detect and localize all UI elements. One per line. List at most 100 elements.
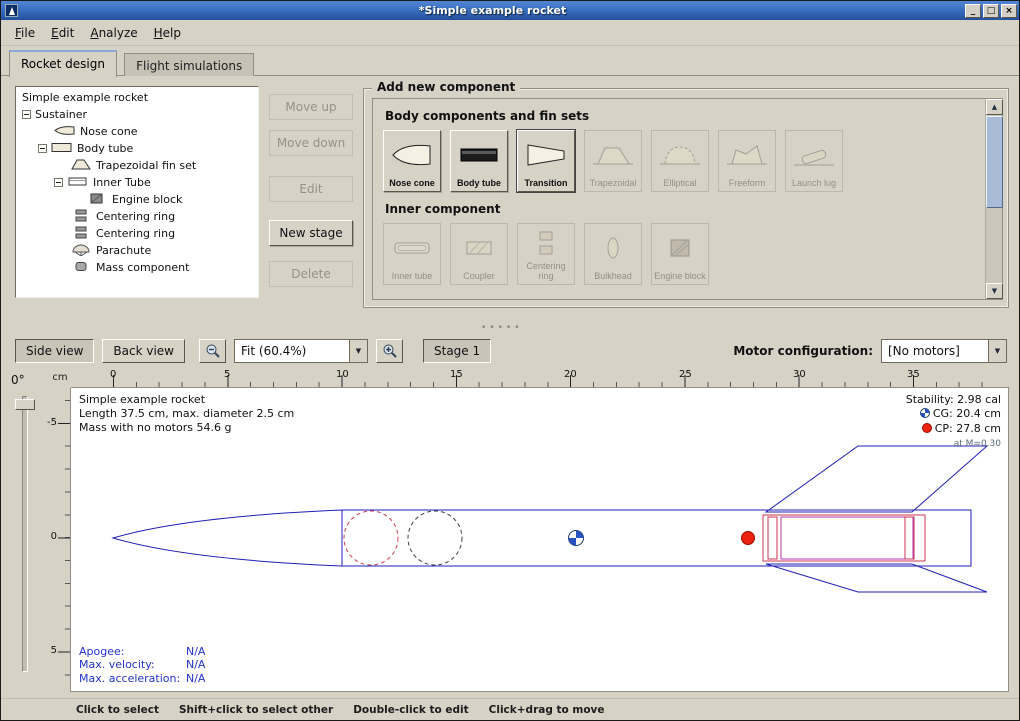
button-label: Engine block xyxy=(654,271,706,281)
add-component-group: Add new component Body components and fi… xyxy=(363,88,1009,308)
motor-configuration-select[interactable]: [No motors] ▼ xyxy=(881,339,1007,363)
body-tube-outline xyxy=(342,510,971,566)
horizontal-ruler: 0 5 10 15 20 25 30 35 xyxy=(71,368,1009,388)
collapse-icon[interactable] xyxy=(22,110,31,119)
ruler-tick-label: 10 xyxy=(336,369,349,380)
status-bar: Click to select Shift+click to select ot… xyxy=(1,698,1019,721)
chevron-down-icon[interactable]: ▼ xyxy=(988,340,1006,362)
apogee-label: Apogee: xyxy=(79,645,186,659)
ruler-tick-label: -5 xyxy=(47,417,57,428)
add-elliptical-fin-button[interactable]: Elliptical xyxy=(651,130,709,192)
tree-item-mass-component[interactable]: Mass component xyxy=(16,259,258,276)
move-up-button[interactable]: Move up xyxy=(269,94,353,120)
add-launch-lug-button[interactable]: Launch lug xyxy=(785,130,843,192)
component-scrollbar[interactable]: ▲ ▼ xyxy=(985,99,1002,299)
fin-set-icon xyxy=(70,158,92,174)
rotation-slider-thumb[interactable] xyxy=(15,399,35,410)
zoom-value: Fit (60.4%) xyxy=(235,340,349,362)
menu-file[interactable]: File xyxy=(7,22,43,44)
rocket-canvas[interactable]: Simple example rocket Length 37.5 cm, ma… xyxy=(71,388,1009,692)
ruler-tick-label: 5 xyxy=(224,369,230,380)
button-label: Bulkhead xyxy=(594,271,632,281)
new-stage-button[interactable]: New stage xyxy=(269,220,353,246)
tree-item-nose-cone[interactable]: Nose cone xyxy=(16,123,258,140)
stability-value: Stability: 2.98 cal xyxy=(906,393,1001,407)
menu-help[interactable]: Help xyxy=(146,22,189,44)
tree-item-parachute[interactable]: Parachute xyxy=(16,242,258,259)
rotation-slider[interactable] xyxy=(22,396,28,672)
edit-button[interactable]: Edit xyxy=(269,176,353,202)
add-freeform-fin-button[interactable]: Freeform xyxy=(718,130,776,192)
tree-item-body-tube[interactable]: Body tube xyxy=(16,140,258,157)
body-components-row: Nose cone Body tube Transition Trap xyxy=(383,130,985,192)
tree-label: Sustainer xyxy=(35,108,87,121)
button-label: Coupler xyxy=(463,271,495,281)
cg-value: CG: 20.4 cm xyxy=(933,407,1001,420)
tree-item-centering-ring-2[interactable]: Centering ring xyxy=(16,225,258,242)
cp-marker xyxy=(742,532,755,545)
tree-item-fin-set[interactable]: Trapezoidal fin set xyxy=(16,157,258,174)
add-body-tube-button[interactable]: Body tube xyxy=(450,130,508,192)
delete-button[interactable]: Delete xyxy=(269,261,353,287)
add-transition-button[interactable]: Transition xyxy=(517,130,575,192)
centering-ring-icon xyxy=(70,226,92,242)
coupler-icon xyxy=(451,224,507,271)
tree-item-sustainer[interactable]: Sustainer xyxy=(16,106,258,123)
move-down-button[interactable]: Move down xyxy=(269,130,353,156)
button-label: Nose cone xyxy=(389,178,435,188)
scroll-up-icon[interactable]: ▲ xyxy=(986,99,1003,115)
ruler-tick-label: 0 xyxy=(110,369,116,380)
splitter-handle-icon[interactable]: ••••• xyxy=(481,323,523,333)
minimize-button[interactable]: _ xyxy=(965,4,981,18)
panel-splitter[interactable]: ••••• xyxy=(1,320,1019,334)
app-icon[interactable] xyxy=(5,4,18,17)
tab-flight-simulations[interactable]: Flight simulations xyxy=(124,53,254,76)
zoom-out-button[interactable] xyxy=(199,339,226,363)
ruler-tick-label: 35 xyxy=(907,369,920,380)
rocket-length: Length 37.5 cm, max. diameter 2.5 cm xyxy=(79,407,294,421)
menu-edit[interactable]: Edit xyxy=(43,22,82,44)
side-view-button[interactable]: Side view xyxy=(15,339,94,363)
menu-analyze[interactable]: Analyze xyxy=(82,22,145,44)
button-label: Trapezoidal xyxy=(590,178,637,188)
zoom-in-icon xyxy=(382,343,398,359)
elliptical-fin-icon xyxy=(652,131,708,178)
tree-label: Trapezoidal fin set xyxy=(96,159,196,172)
stage-1-toggle[interactable]: Stage 1 xyxy=(423,339,491,363)
add-bulkhead-button[interactable]: Bulkhead xyxy=(584,223,642,285)
tree-item-engine-block[interactable]: Engine block xyxy=(16,191,258,208)
fin-top-outline xyxy=(766,446,987,512)
hint-shift-click: Shift+click to select other xyxy=(179,704,333,716)
tree-item-centering-ring-1[interactable]: Centering ring xyxy=(16,208,258,225)
collapse-icon[interactable] xyxy=(38,144,47,153)
back-view-button[interactable]: Back view xyxy=(102,339,185,363)
add-trapezoidal-fin-button[interactable]: Trapezoidal xyxy=(584,130,642,192)
tree-label: Simple example rocket xyxy=(22,91,148,104)
title-bar[interactable]: *Simple example rocket _ □ × xyxy=(1,1,1019,20)
scrollbar-thumb[interactable] xyxy=(986,116,1003,208)
hint-click-select: Click to select xyxy=(76,704,159,716)
maximize-button[interactable]: □ xyxy=(983,4,999,18)
scroll-down-icon[interactable]: ▼ xyxy=(986,283,1003,299)
component-tree[interactable]: Simple example rocket Sustainer Nose con… xyxy=(15,86,259,298)
tab-rocket-design[interactable]: Rocket design xyxy=(9,50,117,77)
collapse-icon[interactable] xyxy=(54,178,63,187)
add-coupler-button[interactable]: Coupler xyxy=(450,223,508,285)
add-engine-block-button[interactable]: Engine block xyxy=(651,223,709,285)
motor-configuration-value: [No motors] xyxy=(882,340,988,362)
add-inner-tube-button[interactable]: Inner tube xyxy=(383,223,441,285)
add-nose-cone-button[interactable]: Nose cone xyxy=(383,130,441,192)
chevron-down-icon[interactable]: ▼ xyxy=(349,340,367,362)
freeform-fin-icon xyxy=(719,131,775,178)
add-centering-ring-button[interactable]: Centering ring xyxy=(517,223,575,285)
tree-item-inner-tube[interactable]: Inner Tube xyxy=(16,174,258,191)
button-label: Freeform xyxy=(729,178,766,188)
zoom-in-button[interactable] xyxy=(376,339,403,363)
hint-double-click: Double-click to edit xyxy=(353,704,468,716)
parachute-icon xyxy=(70,243,92,259)
ruler-tick-label: 25 xyxy=(679,369,692,380)
tree-item-rocket[interactable]: Simple example rocket xyxy=(16,89,258,106)
close-button[interactable]: × xyxy=(1001,4,1017,18)
inner-tube-icon xyxy=(384,224,440,271)
zoom-select[interactable]: Fit (60.4%) ▼ xyxy=(234,339,368,363)
